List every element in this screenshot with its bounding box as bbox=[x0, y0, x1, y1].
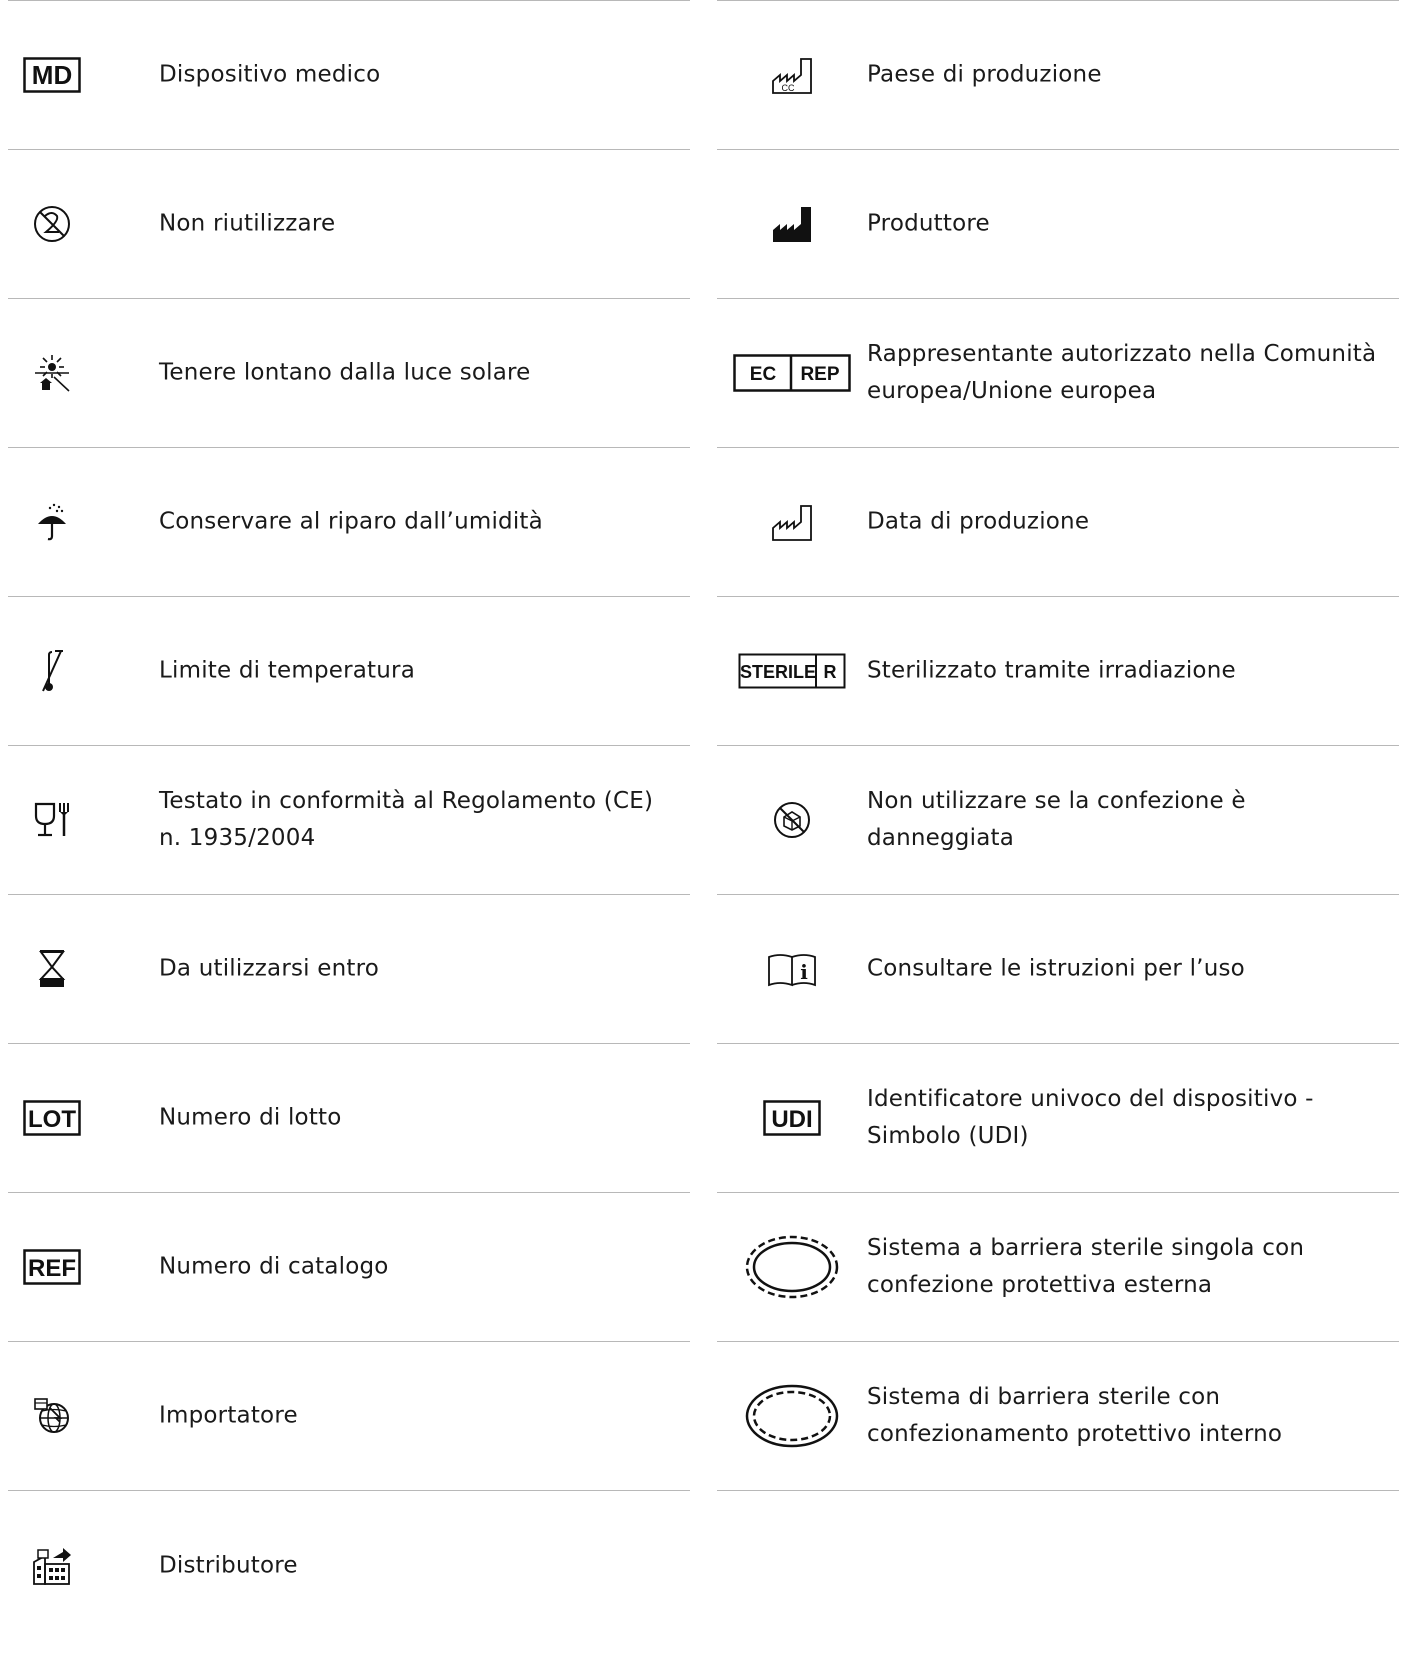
symbol-label: Sistema di barriera sterile con confezio… bbox=[867, 1384, 1283, 1447]
symbols-column-right: CC Paese di produzione Produttore EC REP… bbox=[717, 0, 1399, 1491]
distributor-icon bbox=[31, 1546, 73, 1586]
symbol-label: Rappresentante autorizzato nella Comunit… bbox=[867, 341, 1377, 404]
keep-away-from-sunlight-icon bbox=[31, 353, 73, 393]
importer-icon bbox=[32, 1396, 72, 1436]
symbol-row: Testato in conformità al Regolamento (CE… bbox=[8, 746, 690, 895]
symbol-label: Dispositivo medico bbox=[159, 61, 381, 88]
svg-text:STERILE: STERILE bbox=[740, 662, 816, 682]
do-not-use-if-damaged-icon bbox=[772, 800, 812, 840]
use-by-hourglass-icon bbox=[37, 949, 67, 989]
symbol-label: Da utilizzarsi entro bbox=[159, 955, 380, 982]
do-not-reuse-icon bbox=[32, 204, 72, 244]
symbol-row: EC REP Rappresentante autorizzato nella … bbox=[717, 299, 1399, 448]
svg-text:REF: REF bbox=[28, 1255, 76, 1282]
symbol-row: LOT Numero di lotto bbox=[8, 1044, 690, 1193]
symbol-row: MD Dispositivo medico bbox=[8, 1, 690, 150]
symbol-row: Produttore bbox=[717, 150, 1399, 299]
symbol-row: Tenere lontano dalla luce solare bbox=[8, 299, 690, 448]
symbol-row: Data di produzione bbox=[717, 448, 1399, 597]
symbol-label: Conservare al riparo dall’umidità bbox=[159, 508, 543, 535]
svg-text:CC: CC bbox=[782, 83, 795, 93]
temperature-limit-icon bbox=[37, 649, 67, 693]
single-sterile-barrier-outer-icon bbox=[744, 1234, 840, 1300]
symbol-label: Sistema a barriera sterile singola con c… bbox=[867, 1235, 1305, 1298]
date-of-manufacture-icon bbox=[770, 502, 814, 542]
consult-instructions-icon: i bbox=[766, 951, 818, 987]
symbol-label: Non utilizzare se la confezione è danneg… bbox=[867, 788, 1246, 851]
symbol-label: Numero di catalogo bbox=[159, 1253, 389, 1280]
svg-text:EC: EC bbox=[750, 364, 777, 385]
symbol-row: UDI Identificatore univoco del dispositi… bbox=[717, 1044, 1399, 1193]
manufacturer-factory-icon bbox=[770, 204, 814, 244]
symbol-label: Numero di lotto bbox=[159, 1104, 342, 1131]
symbol-row: CC Paese di produzione bbox=[717, 1, 1399, 150]
symbol-label: Paese di produzione bbox=[867, 61, 1102, 88]
svg-text:REP: REP bbox=[800, 364, 839, 385]
symbol-row: Distributore bbox=[8, 1491, 690, 1640]
symbol-label: Tenere lontano dalla luce solare bbox=[159, 359, 531, 386]
symbol-label: Distributore bbox=[159, 1552, 298, 1578]
food-contact-glass-fork-icon bbox=[32, 800, 72, 840]
symbol-label: Sterilizzato tramite irradiazione bbox=[867, 657, 1236, 684]
symbol-row: Non riutilizzare bbox=[8, 150, 690, 299]
symbol-row: Da utilizzarsi entro bbox=[8, 895, 690, 1044]
svg-text:LOT: LOT bbox=[28, 1106, 76, 1133]
symbol-row: i Consultare le istruzioni per l’uso bbox=[717, 895, 1399, 1044]
symbols-column-left: MD Dispositivo medico Non riutilizzare T… bbox=[8, 0, 690, 1640]
symbol-row: Non utilizzare se la confezione è danneg… bbox=[717, 746, 1399, 895]
symbol-label: Produttore bbox=[867, 210, 990, 237]
symbol-label: Consultare le istruzioni per l’uso bbox=[867, 955, 1245, 982]
sterile-r-icon: STERILE R bbox=[738, 653, 846, 689]
country-of-manufacture-icon: CC bbox=[770, 55, 814, 95]
svg-text:UDI: UDI bbox=[771, 1106, 812, 1133]
sterile-barrier-inner-icon bbox=[744, 1383, 840, 1449]
svg-text:i: i bbox=[800, 960, 808, 984]
symbol-row: Limite di temperatura bbox=[8, 597, 690, 746]
symbol-row: Importatore bbox=[8, 1342, 690, 1491]
md-symbol-icon: MD bbox=[23, 57, 81, 93]
keep-dry-umbrella-icon bbox=[32, 502, 72, 542]
symbol-label: Limite di temperatura bbox=[159, 657, 415, 684]
symbol-label: Identificatore univoco del dispositivo -… bbox=[867, 1086, 1314, 1149]
svg-text:R: R bbox=[824, 662, 837, 682]
symbol-row: STERILE R Sterilizzato tramite irradiazi… bbox=[717, 597, 1399, 746]
symbol-label: Testato in conformità al Regolamento (CE… bbox=[159, 788, 654, 851]
symbol-label: Importatore bbox=[159, 1402, 298, 1429]
lot-symbol-icon: LOT bbox=[23, 1100, 81, 1136]
symbol-row: Conservare al riparo dall’umidità bbox=[8, 448, 690, 597]
symbol-row: Sistema di barriera sterile con confezio… bbox=[717, 1342, 1399, 1491]
svg-text:MD: MD bbox=[32, 60, 72, 90]
symbol-label: Data di produzione bbox=[867, 508, 1090, 535]
symbol-row: REF Numero di catalogo bbox=[8, 1193, 690, 1342]
ref-symbol-icon: REF bbox=[23, 1249, 81, 1285]
symbol-label: Non riutilizzare bbox=[159, 210, 336, 237]
udi-symbol-icon: UDI bbox=[763, 1100, 821, 1136]
ec-rep-icon: EC REP bbox=[733, 354, 851, 392]
symbol-row: Sistema a barriera sterile singola con c… bbox=[717, 1193, 1399, 1342]
